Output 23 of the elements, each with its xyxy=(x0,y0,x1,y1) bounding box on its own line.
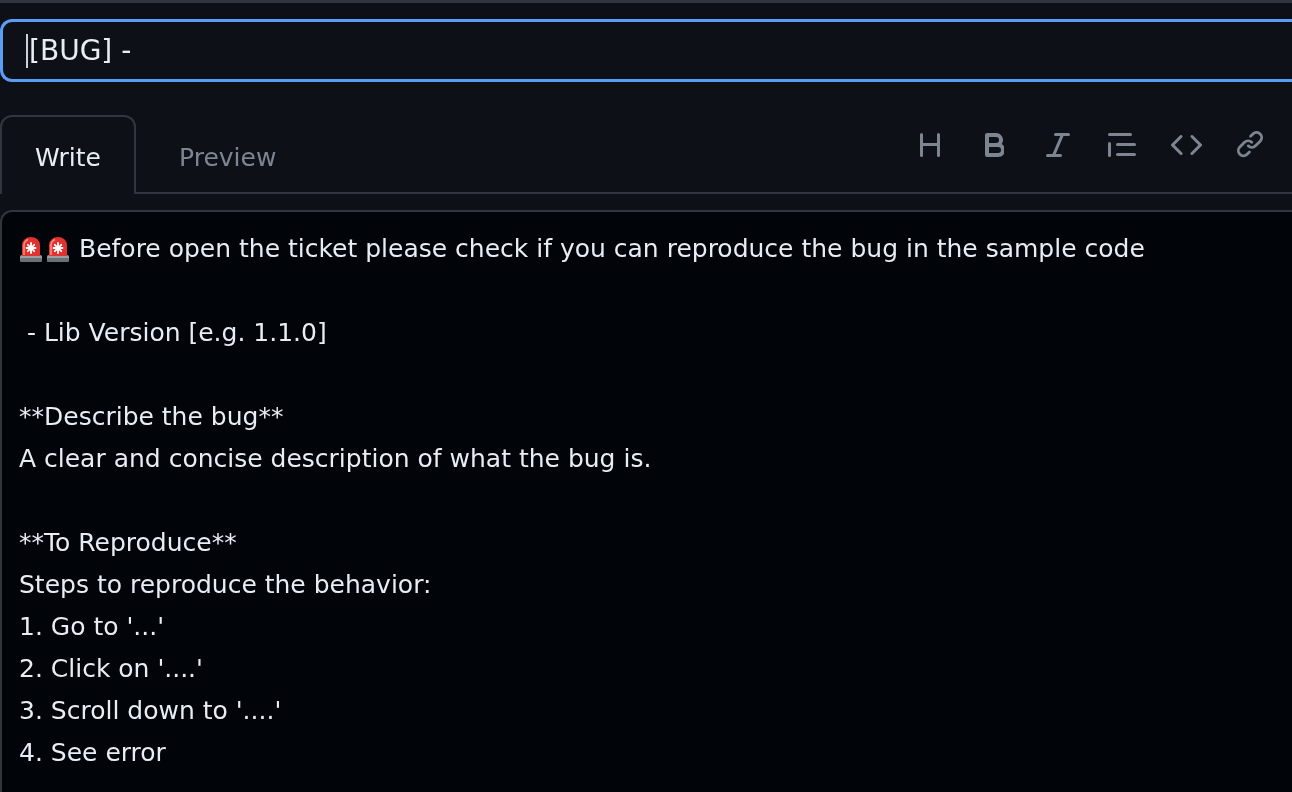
body-textarea[interactable] xyxy=(0,210,1292,792)
body-text-line: 3. Scroll down to '....' xyxy=(19,695,282,727)
body-text-line: Before open the ticket please check if you can reproduce the bug in the sample code xyxy=(79,233,1145,265)
body-text-line: 1. Go to '...' xyxy=(19,611,165,643)
tab[interactable]: Preview xyxy=(144,115,312,194)
body-text-line: A clear and concise description of what the bug is. xyxy=(19,443,652,475)
siren-light-icon xyxy=(19,236,43,262)
body-text-line: **To Reproduce** xyxy=(19,527,237,559)
body-text-line: 2. Click on '....' xyxy=(19,653,203,685)
title-input[interactable]: [BUG] - xyxy=(0,19,1292,82)
quote-icon xyxy=(1108,132,1136,157)
code-icon xyxy=(1170,134,1202,155)
body-text-line: - Lib Version [e.g. 1.1.0] xyxy=(25,317,327,349)
bold-icon xyxy=(984,132,1004,157)
body-text-line: 4. See error xyxy=(19,737,166,769)
siren-light-icon xyxy=(46,236,70,262)
heading-icon xyxy=(920,132,940,157)
body-text-line: Steps to reproduce the behavior: xyxy=(19,569,432,601)
body-text-line: **Describe the bug** xyxy=(19,401,284,433)
italic-icon xyxy=(1046,132,1070,157)
link-icon xyxy=(1236,130,1264,159)
text-cursor xyxy=(26,34,28,68)
tab[interactable]: Write xyxy=(0,115,136,194)
